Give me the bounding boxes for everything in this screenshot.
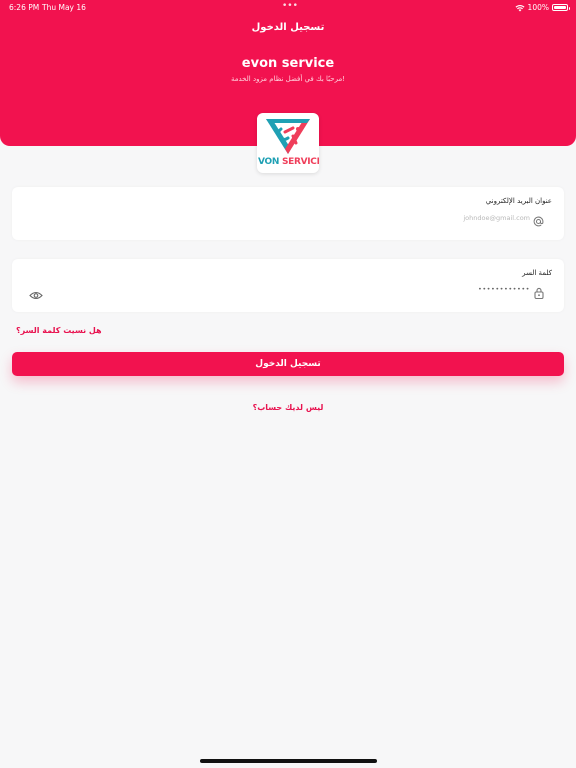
app-logo: VON SERVICE: [257, 113, 319, 173]
at-sign-icon: [533, 212, 544, 231]
login-button[interactable]: تسجيل الدخول: [12, 352, 564, 376]
status-time: 6:26 PM: [9, 3, 40, 12]
password-field-label: كلمة السر: [522, 269, 552, 277]
welcome-subtitle: مرحبًا بك في أفضل نظام مزود الخدمة!: [230, 75, 346, 83]
multitasking-dots-icon[interactable]: •••: [282, 1, 298, 11]
logo-triangle-icon: [266, 119, 310, 154]
status-date: Thu May 16: [42, 3, 86, 12]
lock-icon: [534, 284, 544, 303]
password-field-value[interactable]: ••••••••••••: [478, 285, 530, 293]
eye-icon[interactable]: [29, 285, 43, 304]
app-name: evon service: [241, 56, 335, 71]
password-field-card[interactable]: كلمة السر ••••••••••••: [12, 259, 564, 312]
home-indicator[interactable]: [200, 759, 377, 763]
status-bar: 6:26 PM Thu May 16 ••• 100%: [0, 0, 576, 14]
signup-link[interactable]: ليس لديك حساب؟: [0, 403, 576, 412]
battery-percent: 100%: [527, 3, 549, 12]
email-field-placeholder[interactable]: johndoe@gmail.com: [463, 214, 530, 222]
email-field-label: عنوان البريد الإلكتروني: [485, 197, 552, 205]
status-indicators: 100%: [515, 3, 570, 12]
wifi-icon: [515, 4, 525, 12]
battery-icon: [552, 4, 570, 11]
page-title: تسجيل الدخول: [251, 22, 325, 33]
logo-wordmark: VON SERVICE: [258, 157, 319, 167]
email-field-card[interactable]: عنوان البريد الإلكتروني johndoe@gmail.co…: [12, 187, 564, 240]
forgot-password-link[interactable]: هل نسيت كلمة السر؟: [16, 326, 102, 335]
